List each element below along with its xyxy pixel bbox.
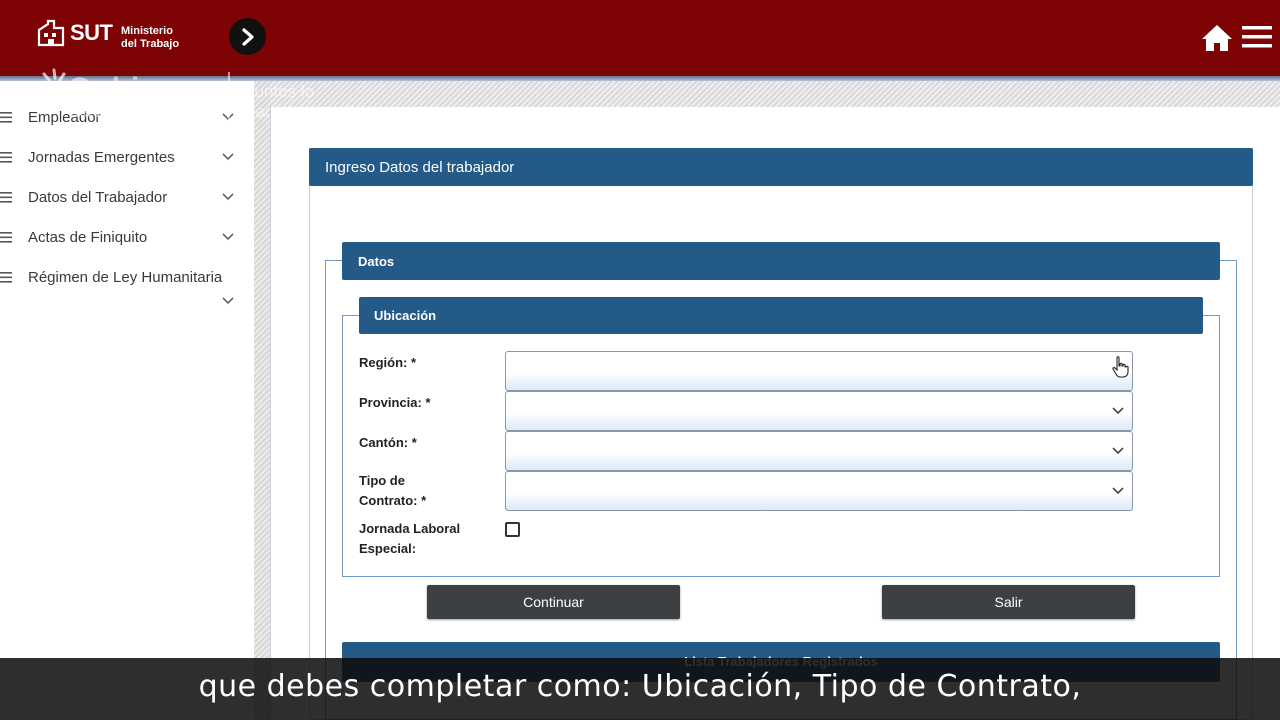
chevron-down-icon: [222, 297, 234, 305]
chevron-right-icon: [241, 27, 254, 46]
provincia-label: Provincia: *: [359, 395, 431, 410]
jornada-especial-checkbox[interactable]: [505, 522, 520, 537]
list-icon: [0, 152, 12, 163]
sidebar-item-label: Régimen de Ley Humanitaria: [28, 269, 223, 286]
ministry-line1: Ministerio: [121, 25, 173, 37]
sidebar-toggle-button[interactable]: [229, 18, 266, 55]
canton-select[interactable]: [505, 431, 1133, 471]
chevron-down-icon: [222, 113, 234, 121]
jornada-especial-label-line1: Jornada Laboral: [359, 521, 461, 536]
tipo-contrato-label-line1: Tipo de: [359, 473, 405, 488]
content-background-top: [254, 81, 1280, 107]
logo-text: SUT: [70, 20, 113, 45]
sidebar-item-label: Datos del Trabajador: [28, 189, 168, 206]
list-icon: [0, 272, 12, 283]
sidebar: Empleador Jornadas Emergentes Datos del …: [0, 81, 254, 720]
jornada-especial-label: Jornada Laboral Especial:: [359, 519, 460, 559]
datos-section-header: Datos: [342, 242, 1220, 280]
ministry-name: Ministerio del Trabajo: [121, 25, 179, 51]
app-window: SUT Ministerio del Trabajo Empleador Jor…: [0, 0, 1280, 720]
chevron-down-icon: [1112, 487, 1124, 495]
video-subtitle: que debes completar como: Ubicación, Tip…: [0, 658, 1280, 720]
chevron-down-icon: [1112, 407, 1124, 415]
provincia-select[interactable]: [505, 391, 1133, 431]
home-icon[interactable]: [1201, 24, 1233, 52]
sut-logo[interactable]: SUT: [36, 18, 113, 48]
building-icon: [37, 19, 65, 47]
sidebar-item-label: Actas de Finiquito: [28, 229, 148, 246]
chevron-down-icon: [222, 193, 234, 201]
tipo-contrato-select[interactable]: [505, 471, 1133, 511]
jornada-especial-label-line2: Especial:: [359, 541, 417, 556]
sidebar-item-datos-trabajador[interactable]: Datos del Trabajador: [0, 183, 254, 213]
sidebar-item-label: Jornadas Emergentes: [28, 149, 175, 166]
content-background-left: [254, 81, 270, 720]
list-icon: [0, 232, 12, 243]
salir-button[interactable]: Salir: [882, 585, 1135, 619]
list-icon: [0, 112, 12, 123]
ubicacion-section-header: Ubicación: [359, 297, 1203, 334]
sidebar-item-regimen-ley-humanitaria[interactable]: Régimen de Ley Humanitaria: [0, 263, 254, 305]
continuar-button[interactable]: Continuar: [427, 585, 680, 619]
sidebar-item-label: Empleador: [28, 109, 101, 126]
tipo-contrato-label: Tipo de Contrato: *: [359, 471, 426, 511]
region-label: Región: *: [359, 355, 417, 370]
chevron-down-icon: [222, 153, 234, 161]
ministry-line2: del Trabajo: [121, 38, 180, 50]
panel-title: Ingreso Datos del trabajador: [309, 148, 1253, 186]
sidebar-item-actas-finiquito[interactable]: Actas de Finiquito: [0, 223, 254, 253]
top-bar: SUT Ministerio del Trabajo: [0, 0, 1280, 76]
sidebar-item-empleador[interactable]: Empleador: [0, 103, 254, 133]
list-icon: [0, 192, 12, 203]
sidebar-item-jornadas-emergentes[interactable]: Jornadas Emergentes: [0, 143, 254, 173]
region-select[interactable]: [505, 351, 1133, 391]
chevron-down-icon: [1112, 447, 1124, 455]
hand-pointer-icon: [1112, 356, 1129, 378]
canton-label: Cantón: *: [359, 435, 417, 450]
subtitle-text: que debes completar como: Ubicación, Tip…: [198, 669, 1082, 704]
chevron-down-icon: [222, 233, 234, 241]
hamburger-menu-icon[interactable]: [1242, 26, 1272, 48]
tipo-contrato-label-line2: Contrato: *: [359, 493, 427, 508]
